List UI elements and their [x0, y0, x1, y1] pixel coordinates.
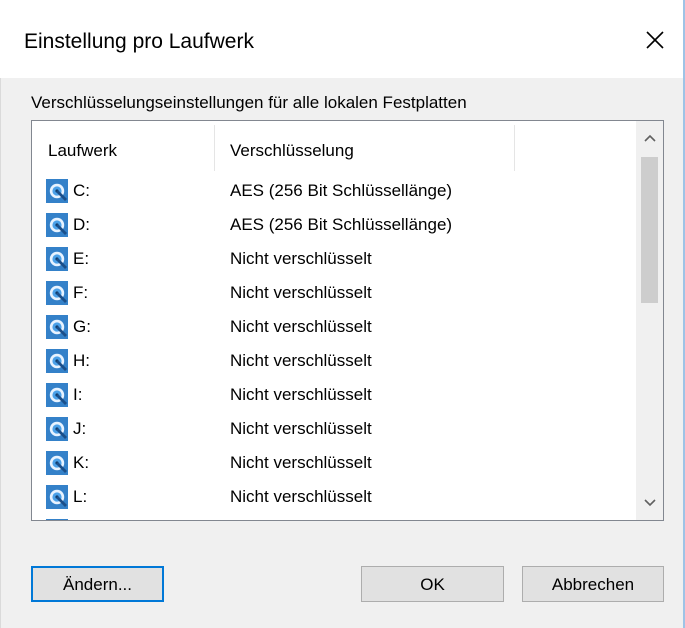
- drive-icon: [46, 247, 68, 271]
- drive-letter: K:: [73, 453, 90, 472]
- table-row[interactable]: D: AES (256 Bit Schlüssellänge): [32, 208, 636, 242]
- table-row[interactable]: H: Nicht verschlüsselt: [32, 344, 636, 378]
- table-row[interactable]: K: Nicht verschlüsselt: [32, 446, 636, 480]
- encryption-status: AES (256 Bit Schlüssellänge): [230, 181, 453, 200]
- drive-letter: M:: [73, 514, 92, 520]
- scroll-thumb[interactable]: [641, 157, 658, 303]
- column-header-drive[interactable]: Laufwerk: [48, 121, 214, 171]
- table-row[interactable]: I: Nicht verschlüsselt: [32, 378, 636, 412]
- drive-letter: H:: [73, 351, 90, 370]
- dialog-window: Einstellung pro Laufwerk Verschlüsselung…: [0, 0, 685, 628]
- drive-icon: [46, 315, 68, 339]
- chevron-up-icon: [643, 134, 656, 142]
- drive-icon: [46, 417, 68, 441]
- drive-letter: C:: [73, 181, 90, 200]
- scroll-up-button[interactable]: [636, 121, 663, 155]
- title-bar: Einstellung pro Laufwerk: [0, 0, 683, 78]
- scroll-down-button[interactable]: [636, 486, 663, 520]
- group-label: Verschlüsselungseinstellungen für alle l…: [31, 93, 467, 112]
- drive-icon: [46, 281, 68, 305]
- encryption-status: Nicht verschlüsselt: [230, 419, 372, 438]
- encryption-status: AES (256 Bit Schlüssellänge): [230, 215, 453, 234]
- encryption-status: Nicht verschlüsselt: [230, 351, 372, 370]
- vertical-scrollbar[interactable]: [636, 121, 663, 520]
- drive-icon: [46, 485, 68, 509]
- table-row[interactable]: L: Nicht verschlüsselt: [32, 480, 636, 514]
- list-rows: C: AES (256 Bit Schlüssellänge) D: AES (256…: [32, 174, 636, 520]
- encryption-status: Nicht verschlüsselt: [230, 283, 372, 302]
- drive-letter: E:: [73, 249, 90, 268]
- drive-icon: [46, 349, 68, 373]
- chevron-down-icon: [643, 499, 656, 507]
- encryption-status: Nicht verschlüsselt: [230, 487, 372, 506]
- list-header: Laufwerk Verschlüsselung: [32, 121, 636, 171]
- drive-icon: [46, 451, 68, 475]
- table-row[interactable]: J: Nicht verschlüsselt: [32, 412, 636, 446]
- encryption-status: Nicht verschlüsselt: [230, 385, 372, 404]
- window-frame-left: [0, 0, 1, 628]
- table-row[interactable]: G: Nicht verschlüsselt: [32, 310, 636, 344]
- drive-letter: L:: [73, 487, 88, 506]
- ok-button[interactable]: OK: [361, 566, 504, 602]
- column-separator[interactable]: [214, 125, 215, 171]
- drive-icon: [46, 383, 68, 407]
- drive-icon: [46, 179, 68, 203]
- drive-icon: [46, 213, 68, 237]
- table-row[interactable]: C: AES (256 Bit Schlüssellänge): [32, 174, 636, 208]
- drive-letter: G:: [73, 317, 91, 336]
- table-row[interactable]: M: Nicht verschlüsselt: [32, 514, 636, 520]
- encryption-status: Nicht verschlüsselt: [230, 514, 372, 520]
- table-row[interactable]: F: Nicht verschlüsselt: [32, 276, 636, 310]
- encryption-status: Nicht verschlüsselt: [230, 317, 372, 336]
- encryption-status: Nicht verschlüsselt: [230, 249, 372, 268]
- encryption-status: Nicht verschlüsselt: [230, 453, 372, 472]
- drive-letter: D:: [73, 215, 90, 234]
- column-separator[interactable]: [514, 125, 515, 171]
- drive-letter: J:: [73, 419, 87, 438]
- drive-letter: I:: [73, 385, 83, 404]
- change-button[interactable]: Ändern...: [31, 566, 164, 602]
- column-header-encryption[interactable]: Verschlüsselung: [230, 121, 514, 171]
- drive-icon: [46, 519, 68, 520]
- drive-letter: F:: [73, 283, 89, 302]
- drive-list[interactable]: Laufwerk Verschlüsselung C: AES (256 Bit …: [31, 120, 664, 521]
- close-icon: [646, 31, 664, 49]
- table-row[interactable]: E: Nicht verschlüsselt: [32, 242, 636, 276]
- cancel-button[interactable]: Abbrechen: [522, 566, 664, 602]
- close-button[interactable]: [635, 22, 675, 58]
- window-title: Einstellung pro Laufwerk: [24, 30, 254, 53]
